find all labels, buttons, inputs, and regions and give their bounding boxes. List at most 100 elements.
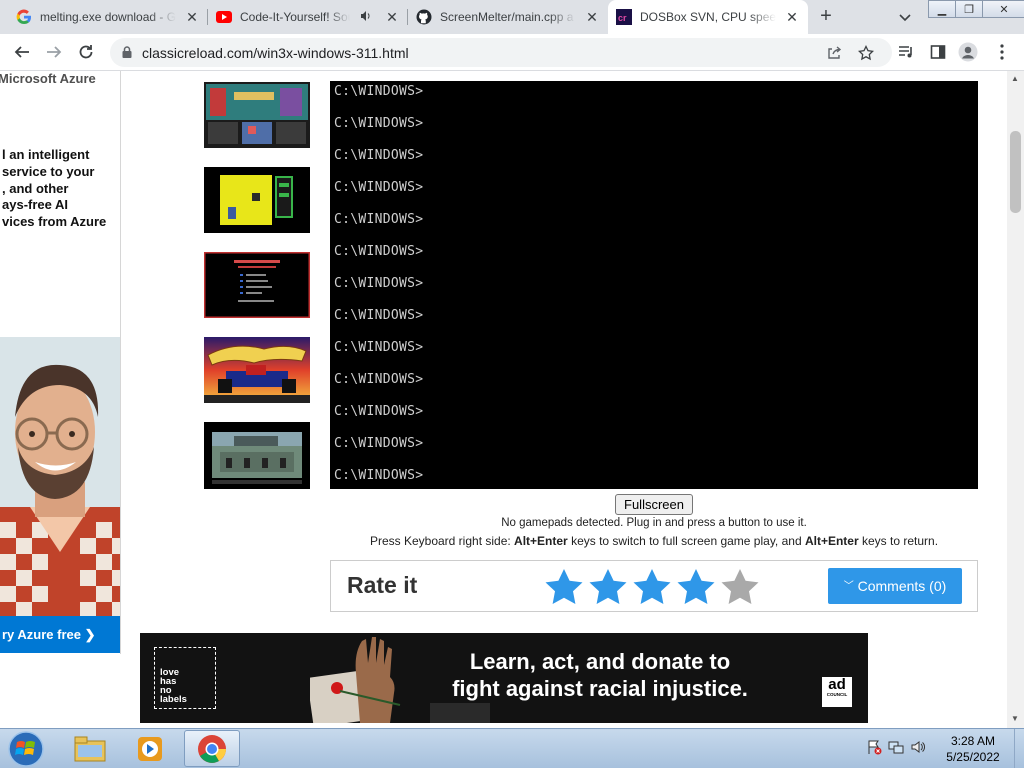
minimize-icon[interactable]: ▁ [928,0,956,18]
tab-title: Code-It-Yourself! Sou [240,10,350,24]
tab-title: melting.exe download - G [40,10,176,24]
start-button[interactable] [4,730,48,768]
ad-brand: Microsoft Azure [0,71,96,86]
action-center-flag-icon[interactable] [866,739,882,755]
profile-avatar-icon[interactable] [958,42,978,62]
ad-badge-text: ad [828,676,846,693]
forward-arrow-icon[interactable] [42,40,66,64]
reload-icon[interactable] [74,40,98,64]
comments-button[interactable]: ﹀ Comments (0) [828,568,962,604]
media-control-icon[interactable] [896,42,916,62]
share-icon[interactable] [825,44,843,62]
game-thumbnail-2[interactable] [204,167,310,233]
dos-prompt-line: C:\WINDOWS> [334,372,424,387]
chrome-taskbar-icon[interactable] [184,730,240,767]
scroll-thumb[interactable] [1010,131,1021,213]
ad-badge-sub: COUNCIL [826,692,848,697]
ad-text: l an intelligent service to your , and o… [2,147,120,231]
tab-search-chevron-icon[interactable] [896,8,914,26]
dos-prompt-line: C:\WINDOWS> [334,84,424,99]
close-tab-icon[interactable]: ✕ [584,9,600,25]
windows-taskbar: 3:28 AM 5/25/2022 [0,728,1024,768]
address-bar[interactable]: classicreload.com/win3x-windows-311.html [110,38,892,67]
speaker-icon[interactable] [358,9,374,25]
rating-panel: Rate it ﹀ Comments (0) [330,560,978,612]
ad-line: , and other [2,180,69,196]
ad-line: vices from Azure [2,214,107,230]
tab-code-it-yourself[interactable]: Code-It-Yourself! Sou ✕ [208,0,408,34]
lock-icon[interactable] [120,45,134,59]
game-thumbnail-5[interactable] [204,422,310,489]
classicreload-icon: cr [616,9,632,25]
svg-text:cr: cr [618,13,627,23]
menu-kebab-icon[interactable] [992,42,1012,62]
clock-date: 5/25/2022 [946,750,1000,764]
bookmark-star-icon[interactable] [857,44,875,62]
dos-prompt-line: C:\WINDOWS> [334,244,424,259]
dos-prompt-line: C:\WINDOWS> [334,468,424,483]
github-icon [416,9,432,25]
volume-icon[interactable] [910,739,926,755]
game-thumbnail-4[interactable] [204,337,310,403]
chevron-down-icon: ﹀ [843,581,854,592]
side-panel-icon[interactable] [928,42,948,62]
tab-screenmelter[interactable]: ScreenMelter/main.cpp a ✕ [408,0,608,34]
dos-prompt-line: C:\WINDOWS> [334,436,424,451]
azure-ad[interactable]: Microsoft Azure l an intelligent service… [0,71,121,654]
logo-word: labels [160,694,187,705]
star-icon[interactable] [542,567,586,607]
ad-photo [0,337,120,617]
kb-shortcut: Alt+Enter [804,534,859,548]
media-player-taskbar-icon[interactable] [122,730,178,767]
dos-prompt-line: C:\WINDOWS> [334,116,424,131]
tab-dosbox-svn[interactable]: cr DOSBox SVN, CPU speed ✕ [608,0,808,34]
tab-melting-download[interactable]: melting.exe download - G ✕ [8,0,208,34]
star-icon[interactable] [630,567,674,607]
restore-icon[interactable]: ❐ [955,0,983,18]
close-window-icon[interactable]: ✕ [982,0,1024,18]
dos-prompt-line: C:\WINDOWS> [334,404,424,419]
back-arrow-icon[interactable] [10,40,34,64]
clock-time: 3:28 AM [950,734,996,748]
try-azure-button[interactable]: ry Azure free ❯ [0,616,120,653]
love-has-no-labels-logo: love has no labels [154,647,216,709]
tab-title: DOSBox SVN, CPU speed [640,10,776,24]
close-tab-icon[interactable]: ✕ [384,9,400,25]
show-desktop-button[interactable] [1014,729,1024,768]
close-tab-icon[interactable]: ✕ [184,9,200,25]
banner-headline-line: fight against racial injustice. [452,676,748,701]
dos-prompt-line: C:\WINDOWS> [334,340,424,355]
keyboard-note: Press Keyboard right side: Alt+Enter key… [330,534,978,548]
star-icon[interactable] [674,567,718,607]
star-rating[interactable] [542,567,762,607]
kb-text: keys to return. [858,534,939,548]
dos-prompt-line: C:\WINDOWS> [334,276,424,291]
dosbox-screen[interactable]: C:\WINDOWS> C:\WINDOWS> C:\WINDOWS> C:\W… [330,81,978,489]
ad-council-banner[interactable]: love has no labels Learn, act, and donat… [140,633,868,723]
game-thumbnail-1[interactable] [204,82,310,148]
windows-logo-icon [8,731,44,767]
dos-prompt-line: C:\WINDOWS> [334,212,424,227]
close-tab-icon[interactable]: ✕ [784,9,800,25]
star-icon[interactable] [718,567,762,607]
dos-prompt-line: C:\WINDOWS> [334,148,424,163]
gamepad-note: No gamepads detected. Plug in and press … [501,517,807,529]
page-scrollbar[interactable]: ▲ ▼ [1007,71,1024,728]
page-content: Microsoft Azure l an intelligent service… [0,71,1024,728]
ad-line: ays-free AI [2,197,68,213]
browser-toolbar: classicreload.com/win3x-windows-311.html [0,34,1024,71]
kb-shortcut: Alt+Enter [514,534,568,548]
youtube-icon [216,9,232,25]
game-thumbnail-3[interactable] [204,252,310,318]
network-icon[interactable] [888,739,904,755]
fullscreen-button[interactable]: Fullscreen [615,494,693,515]
scroll-up-arrow-icon[interactable]: ▲ [1011,74,1019,83]
taskbar-clock[interactable]: 3:28 AM 5/25/2022 [935,733,1011,765]
scroll-down-arrow-icon[interactable]: ▼ [1011,714,1019,723]
tab-title: ScreenMelter/main.cpp a [440,10,574,24]
explorer-taskbar-icon[interactable] [62,730,118,767]
star-icon[interactable] [586,567,630,607]
new-tab-icon[interactable]: + [814,6,838,28]
kb-text: keys to switch to full screen game play,… [567,534,805,548]
url-text[interactable]: classicreload.com/win3x-windows-311.html [142,45,409,61]
